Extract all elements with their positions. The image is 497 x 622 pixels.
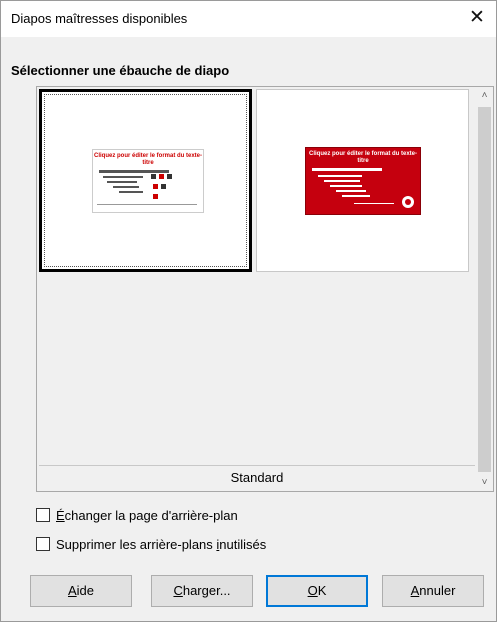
checkbox-box[interactable] (36, 508, 50, 522)
preview-shape (161, 184, 166, 189)
preview-line (336, 190, 366, 192)
slide-preview-red: Cliquez pour éditer le format du texte-t… (305, 147, 421, 215)
preview-line (330, 185, 362, 187)
template-gallery: Cliquez pour éditer le format du texte-t… (36, 86, 494, 492)
template-thumbnail-red[interactable]: Cliquez pour éditer le format du texte-t… (256, 89, 469, 272)
preview-line (113, 186, 139, 188)
master-slides-dialog: Diapos maîtresses disponibles ✕ Sélectio… (0, 0, 497, 622)
preview-shape (151, 174, 156, 179)
preview-line (324, 180, 360, 182)
scroll-down-icon[interactable]: ˅ (476, 474, 493, 491)
preview-line (119, 191, 143, 193)
preview-line (103, 176, 143, 178)
cancel-button[interactable]: Annuler (382, 575, 484, 607)
load-button[interactable]: Charger... (151, 575, 253, 607)
preview-footer (354, 203, 394, 204)
window-title: Diapos maîtresses disponibles (11, 11, 188, 26)
preview-shape (153, 184, 158, 189)
preview-line (312, 168, 382, 171)
delete-unused-checkbox[interactable]: Supprimer les arrière-plans inutilisés (36, 535, 266, 553)
title-bar: Diapos maîtresses disponibles ✕ (1, 1, 496, 37)
preview-title-white: Cliquez pour éditer le format du texte-t… (93, 153, 202, 166)
template-thumbnail-white[interactable]: Cliquez pour éditer le format du texte-t… (39, 89, 252, 272)
preview-line (99, 170, 169, 173)
preview-title-red: Cliquez pour éditer le format du texte-t… (308, 151, 417, 164)
preview-logo-center (405, 199, 411, 205)
vertical-scrollbar[interactable]: ˄ ˅ (476, 87, 493, 491)
scroll-up-icon[interactable]: ˄ (476, 87, 493, 104)
exchange-background-checkbox[interactable]: Échanger la page d'arrière-plan (36, 506, 238, 524)
delete-unused-label: Supprimer les arrière-plans inutilisés (56, 536, 267, 552)
checkbox-box[interactable] (36, 537, 50, 551)
group-label-standard: Standard (39, 465, 475, 490)
scrollbar-thumb[interactable] (478, 107, 491, 472)
ok-button[interactable]: OK (266, 575, 368, 607)
exchange-background-label: Échanger la page d'arrière-plan (56, 507, 238, 523)
preview-shape (167, 174, 172, 179)
preview-line (107, 181, 137, 183)
preview-line (318, 175, 362, 177)
slide-preview-white: Cliquez pour éditer le format du texte-t… (92, 149, 204, 213)
preview-line (342, 195, 370, 197)
preview-shape (159, 174, 164, 179)
help-button[interactable]: Aide (30, 575, 132, 607)
preview-footer (97, 204, 197, 205)
section-heading: Sélectionner une ébauche de diapo (11, 63, 230, 78)
close-icon[interactable]: ✕ (468, 7, 486, 29)
preview-shape (153, 194, 158, 199)
